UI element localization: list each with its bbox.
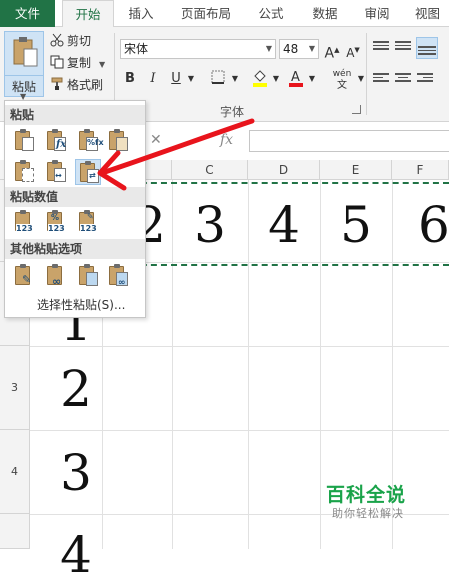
- watermark-title: 百科全说: [326, 484, 407, 506]
- annotation-arrow-icon: [97, 118, 255, 191]
- watermark-subtitle: 助你轻松解决: [332, 507, 404, 520]
